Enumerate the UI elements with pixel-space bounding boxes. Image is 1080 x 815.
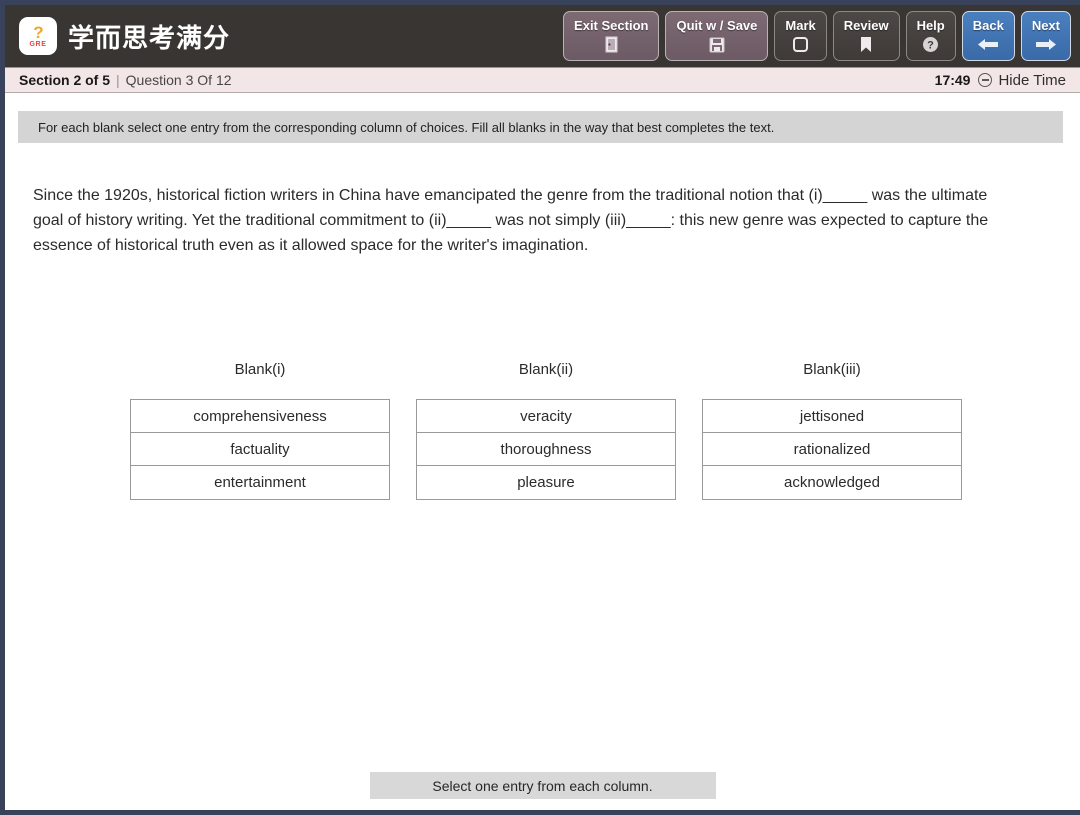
choice-option[interactable]: acknowledged bbox=[703, 466, 961, 499]
passage-text: Since the 1920s, historical fiction writ… bbox=[33, 187, 989, 254]
quit-with-save-label: Quit w / Save bbox=[676, 17, 758, 33]
next-button[interactable]: Next bbox=[1020, 11, 1071, 61]
back-label: Back bbox=[972, 17, 1004, 33]
blank-column-iii: Blank(iii) jettisoned rationalized ackno… bbox=[702, 361, 962, 500]
choice-option[interactable]: pleasure bbox=[417, 466, 675, 499]
review-label: Review bbox=[843, 17, 889, 33]
timer-value: 17:49 bbox=[934, 72, 971, 88]
door-exit-icon bbox=[604, 36, 619, 54]
timer-area: 17:49 Hide Time bbox=[935, 72, 1066, 89]
question-content-area: For each blank select one entry from the… bbox=[5, 93, 1080, 810]
arrow-left-icon bbox=[976, 36, 1000, 54]
mark-button[interactable]: Mark bbox=[774, 11, 827, 61]
brand: ? GRE 学而思考满分 bbox=[19, 17, 230, 55]
section-label: Section 2 of 5 bbox=[19, 72, 111, 88]
column-header: Blank(ii) bbox=[518, 361, 574, 378]
logo-gre-label: GRE bbox=[29, 41, 47, 48]
choice-option[interactable]: comprehensiveness bbox=[131, 400, 389, 433]
logo-question-mark: ? bbox=[33, 23, 43, 42]
column-header: Blank(iii) bbox=[803, 361, 861, 378]
question-label: Question 3 Of 12 bbox=[125, 72, 232, 88]
blank-column-i: Blank(i) comprehensiveness factuality en… bbox=[130, 361, 390, 500]
mark-label: Mark bbox=[785, 17, 816, 33]
exit-section-button[interactable]: Exit Section bbox=[563, 11, 660, 61]
choice-option[interactable]: thoroughness bbox=[417, 433, 675, 466]
top-toolbar: ? GRE 学而思考满分 Exit Section Quit w / Save bbox=[5, 5, 1080, 67]
gre-logo-icon: ? GRE bbox=[19, 17, 57, 55]
help-label: Help bbox=[916, 17, 945, 33]
instruction-bar: For each blank select one entry from the… bbox=[18, 111, 1063, 143]
question-circle-icon: ? bbox=[922, 36, 939, 54]
bookmark-icon bbox=[859, 36, 873, 54]
column-header: Blank(i) bbox=[234, 361, 286, 378]
section-status-bar: Section 2 of 5 | Question 3 Of 12 17:49 … bbox=[5, 67, 1080, 93]
bottom-hint-bar: Select one entry from each column. bbox=[369, 772, 716, 799]
choice-option[interactable]: rationalized bbox=[703, 433, 961, 466]
choice-option[interactable]: factuality bbox=[131, 433, 389, 466]
choice-list: veracity thoroughness pleasure bbox=[416, 399, 676, 500]
next-label: Next bbox=[1031, 17, 1060, 33]
choice-list: jettisoned rationalized acknowledged bbox=[702, 399, 962, 500]
floppy-save-icon bbox=[709, 36, 725, 54]
choice-option[interactable]: jettisoned bbox=[703, 400, 961, 433]
checkbox-square-icon bbox=[792, 36, 809, 54]
minus-circle-icon bbox=[978, 73, 993, 87]
section-divider: | bbox=[116, 72, 120, 88]
back-button[interactable]: Back bbox=[961, 11, 1015, 61]
toolbar-buttons: Exit Section Quit w / Save Mark Review H… bbox=[563, 11, 1080, 61]
hide-time-label: Hide Time bbox=[998, 71, 1066, 89]
svg-text:?: ? bbox=[927, 40, 934, 52]
arrow-right-icon bbox=[1034, 36, 1058, 54]
gre-test-window: ? GRE 学而思考满分 Exit Section Quit w / Save bbox=[0, 0, 1080, 815]
help-button[interactable]: Help ? bbox=[905, 11, 956, 61]
hide-time-button[interactable]: Hide Time bbox=[978, 72, 1066, 89]
exit-section-label: Exit Section bbox=[574, 17, 649, 33]
answer-columns: Blank(i) comprehensiveness factuality en… bbox=[5, 361, 1080, 500]
choice-option[interactable]: veracity bbox=[417, 400, 675, 433]
review-button[interactable]: Review bbox=[832, 11, 900, 61]
quit-with-save-button[interactable]: Quit w / Save bbox=[665, 11, 769, 61]
choice-option[interactable]: entertainment bbox=[131, 466, 389, 499]
blank-column-ii: Blank(ii) veracity thoroughness pleasure bbox=[416, 361, 676, 500]
brand-title: 学而思考满分 bbox=[68, 22, 231, 53]
choice-list: comprehensiveness factuality entertainme… bbox=[130, 399, 390, 500]
